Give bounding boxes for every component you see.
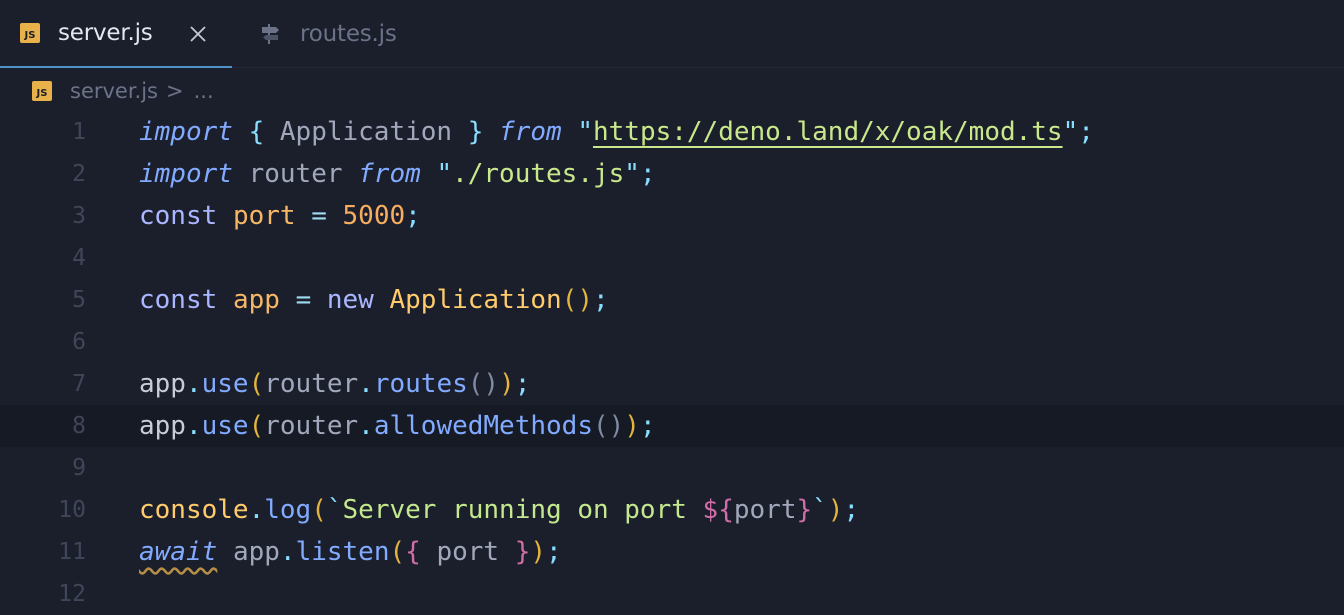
line-number: 5 bbox=[72, 287, 86, 313]
tab-routes-js[interactable]: routes.js bbox=[232, 0, 432, 68]
code-line[interactable]: 1 import { Application } from "https://d… bbox=[0, 111, 1344, 153]
close-icon[interactable] bbox=[186, 22, 210, 46]
code-text: console.log(`Server running on port ${po… bbox=[139, 495, 860, 525]
code-line[interactable]: 6 bbox=[0, 321, 1344, 363]
code-line[interactable]: 9 bbox=[0, 447, 1344, 489]
line-number: 4 bbox=[72, 245, 86, 271]
line-number: 8 bbox=[72, 413, 86, 439]
code-line[interactable]: 2 import router from "./routes.js"; bbox=[0, 153, 1344, 195]
line-number: 2 bbox=[72, 161, 86, 187]
breadcrumb-separator: > bbox=[166, 79, 184, 103]
code-text: app.use(router.routes()); bbox=[139, 369, 531, 399]
code-text: const app = new Application(); bbox=[139, 285, 609, 315]
code-editor[interactable]: 1 import { Application } from "https://d… bbox=[0, 111, 1344, 607]
code-text: await app.listen({ port }); bbox=[139, 537, 562, 567]
breadcrumb: JS server.js > ... bbox=[0, 68, 1344, 114]
code-line[interactable]: 12 bbox=[0, 573, 1344, 615]
tab-label: routes.js bbox=[300, 21, 397, 47]
code-line[interactable]: 7 app.use(router.routes()); bbox=[0, 363, 1344, 405]
line-number: 7 bbox=[72, 371, 86, 397]
code-line[interactable]: 5 const app = new Application(); bbox=[0, 279, 1344, 321]
line-number: 9 bbox=[72, 455, 86, 481]
code-text: app.use(router.allowedMethods()); bbox=[139, 411, 656, 441]
js-file-icon: JS bbox=[32, 81, 52, 101]
breadcrumb-ellipsis[interactable]: ... bbox=[194, 79, 214, 103]
line-number: 12 bbox=[58, 581, 86, 607]
route-icon bbox=[262, 24, 279, 44]
code-line[interactable]: 11 await app.listen({ port }); bbox=[0, 531, 1344, 573]
line-number: 10 bbox=[58, 497, 86, 523]
code-text: import router from "./routes.js"; bbox=[139, 159, 656, 189]
code-text: import { Application } from "https://den… bbox=[139, 117, 1094, 147]
code-line-current[interactable]: 8 app.use(router.allowedMethods()); bbox=[0, 405, 1344, 447]
js-file-icon: JS bbox=[20, 23, 40, 43]
line-number: 3 bbox=[72, 203, 86, 229]
line-number: 11 bbox=[58, 539, 86, 565]
line-number: 6 bbox=[72, 329, 86, 355]
code-text: const port = 5000; bbox=[139, 201, 421, 231]
code-line[interactable]: 3 const port = 5000; bbox=[0, 195, 1344, 237]
breadcrumb-file[interactable]: server.js bbox=[70, 79, 158, 103]
tab-bar: JS server.js routes.js bbox=[0, 0, 1344, 68]
code-line[interactable]: 4 bbox=[0, 237, 1344, 279]
line-number: 1 bbox=[72, 119, 86, 145]
tab-label: server.js bbox=[58, 20, 153, 46]
tab-server-js[interactable]: JS server.js bbox=[0, 0, 232, 68]
code-line[interactable]: 10 console.log(`Server running on port $… bbox=[0, 489, 1344, 531]
